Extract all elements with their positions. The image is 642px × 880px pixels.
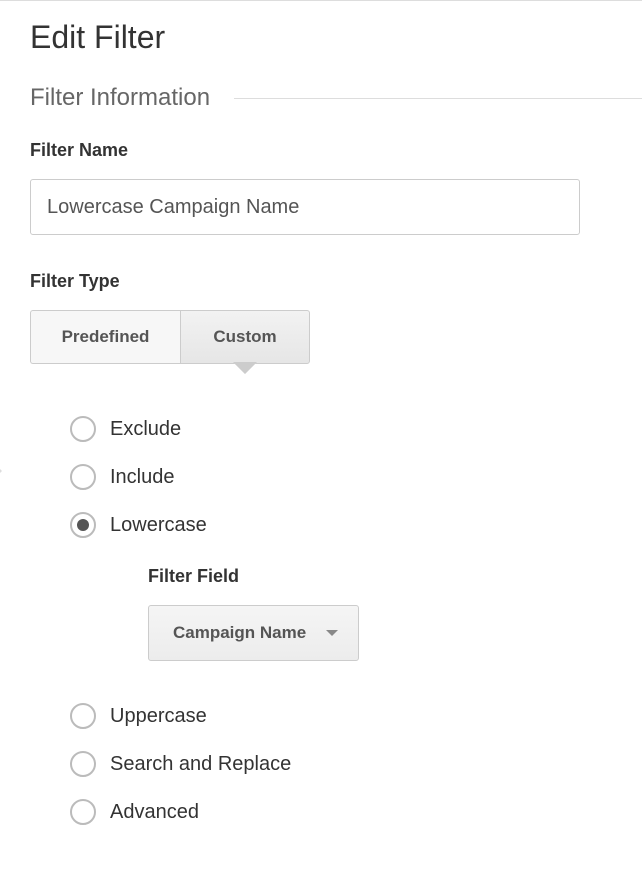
radio-icon	[70, 703, 96, 729]
filter-field-group: Filter Field Campaign Name	[70, 560, 612, 677]
radio-icon	[70, 751, 96, 777]
radio-uppercase[interactable]: Uppercase	[70, 703, 612, 729]
filter-name-group: Filter Name	[0, 140, 642, 235]
radio-include[interactable]: Include	[70, 464, 612, 490]
section-rule	[234, 98, 642, 99]
radio-lowercase-label: Lowercase	[96, 514, 207, 537]
tab-predefined[interactable]: Predefined	[30, 310, 180, 364]
radio-exclude[interactable]: Exclude	[70, 416, 612, 442]
radio-icon	[70, 512, 96, 538]
tab-active-indicator-icon	[234, 363, 256, 374]
radio-search-replace-label: Search and Replace	[96, 753, 291, 776]
tab-custom-label: Custom	[213, 327, 276, 347]
section-header: Filter Information	[30, 84, 234, 112]
filter-name-input[interactable]	[30, 179, 580, 235]
filter-type-group: Filter Type Predefined Custom Exclude In…	[0, 271, 642, 825]
page-title: Edit Filter	[0, 1, 642, 84]
filter-field-label: Filter Field	[148, 566, 612, 587]
radio-search-replace[interactable]: Search and Replace	[70, 751, 612, 777]
section-header-row: Filter Information	[0, 84, 642, 112]
custom-filter-radio-list: Exclude Include Lowercase Filter Field C…	[30, 364, 612, 825]
tab-predefined-label: Predefined	[62, 327, 150, 347]
radio-include-label: Include	[96, 466, 175, 489]
radio-advanced-label: Advanced	[96, 801, 199, 824]
chevron-down-icon	[326, 630, 338, 636]
radio-lowercase[interactable]: Lowercase	[70, 512, 612, 538]
radio-icon	[70, 799, 96, 825]
filter-name-label: Filter Name	[30, 140, 612, 161]
radio-uppercase-label: Uppercase	[96, 705, 207, 728]
filter-type-tabs: Predefined Custom	[30, 310, 612, 364]
filter-field-dropdown[interactable]: Campaign Name	[148, 605, 359, 661]
radio-advanced[interactable]: Advanced	[70, 799, 612, 825]
radio-icon	[70, 416, 96, 442]
filter-type-label: Filter Type	[30, 271, 612, 292]
radio-exclude-label: Exclude	[96, 418, 181, 441]
edge-caret-icon	[0, 461, 2, 481]
filter-field-value: Campaign Name	[173, 623, 326, 643]
tab-custom[interactable]: Custom	[180, 310, 310, 364]
radio-icon	[70, 464, 96, 490]
